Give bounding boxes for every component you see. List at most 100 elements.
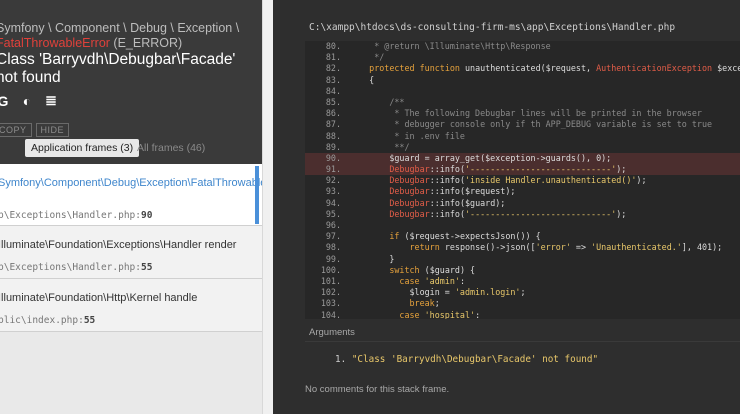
line-source: * in .env file bbox=[349, 130, 465, 141]
code-viewer: 80. * @return \Illuminate\Http\Response 8… bbox=[305, 41, 740, 319]
exception-namespace: Symfony \ Component \ Debug \ Exception … bbox=[0, 21, 239, 51]
exception-class: FatalThrowableError bbox=[0, 36, 110, 50]
duckduckgo-icon[interactable]: ◐ bbox=[20, 93, 34, 109]
line-source: } bbox=[349, 253, 395, 264]
line-number: 98. bbox=[325, 242, 341, 253]
code-line: 86. * The following Debugbar lines will … bbox=[305, 108, 740, 119]
line-number: 90. bbox=[325, 152, 341, 163]
line-source: protected function unauthenticated($requ… bbox=[369, 63, 740, 74]
frame-title: Symfony\Component\Debug\Exception\FatalT… bbox=[0, 177, 262, 189]
argument-item: 1. "Class 'Barryvdh\Debugbar\Facade' not… bbox=[335, 354, 599, 365]
line-number: 100. bbox=[320, 264, 341, 275]
line-number: 80. bbox=[325, 41, 341, 51]
line-number: 82. bbox=[325, 63, 341, 74]
exception-message: Class 'Barryvdh\Debugbar\Facade' not fou… bbox=[0, 51, 236, 86]
code-line: 83. { bbox=[305, 75, 740, 86]
frame-title: Illuminate\Foundation\Http\Kernel handle bbox=[0, 292, 198, 304]
line-source: /** bbox=[349, 96, 405, 107]
line-number: 99. bbox=[325, 253, 341, 264]
line-source: return response()->json(['error' => 'Una… bbox=[409, 242, 723, 253]
code-line: 97. if ($request->expectsJson()) { bbox=[305, 231, 740, 242]
line-source: Debugbar::info('inside Handler.unauthent… bbox=[389, 175, 647, 186]
line-number: 102. bbox=[320, 287, 341, 298]
arguments-divider bbox=[305, 341, 740, 342]
frame-file: p\Exceptions\Handler.php:90 bbox=[0, 210, 153, 221]
line-source: Debugbar::info('------------------------… bbox=[389, 164, 627, 175]
stackoverflow-icon[interactable]: ≣ bbox=[44, 92, 58, 109]
line-number: 87. bbox=[325, 119, 341, 130]
line-source: $guard = array_get($exception->guards(),… bbox=[349, 152, 612, 163]
line-source: case 'hospital': bbox=[399, 309, 481, 320]
details-panel: C:\xampp\htdocs\ds-consulting-firm-ms\ap… bbox=[273, 0, 740, 414]
line-number: 104. bbox=[320, 309, 341, 320]
header-buttons: COPY HIDE bbox=[0, 123, 70, 137]
line-number: 95. bbox=[325, 208, 341, 219]
line-number: 103. bbox=[320, 298, 341, 309]
code-line: 99. } bbox=[305, 254, 740, 265]
tab-all-frames[interactable]: All frames (46) bbox=[137, 139, 205, 157]
comments-text: No comments for this stack frame. bbox=[305, 384, 450, 395]
line-number: 88. bbox=[325, 130, 341, 141]
code-line: 90. $guard = array_get($exception->guard… bbox=[305, 152, 740, 165]
line-source: case 'admin': bbox=[399, 275, 465, 286]
code-line: 93. Debugbar::info($request); bbox=[305, 186, 740, 197]
code-line: 85. /** bbox=[305, 97, 740, 108]
code-line: 87. * debugger console only if th APP_DE… bbox=[305, 119, 740, 130]
frame-file: blic\index.php:55 bbox=[0, 315, 96, 326]
line-number: 97. bbox=[325, 231, 341, 242]
line-source: if ($request->expectsJson()) { bbox=[389, 231, 541, 242]
line-number: 81. bbox=[325, 52, 341, 63]
line-number: 84. bbox=[325, 85, 341, 96]
code-line: 84. bbox=[305, 86, 740, 97]
line-number: 89. bbox=[325, 141, 341, 152]
frame-tabs: Application frames (3) All frames (46) bbox=[0, 138, 262, 164]
code-line: 103. break; bbox=[305, 298, 740, 309]
frame-file: p\Exceptions\Handler.php:55 bbox=[0, 262, 153, 273]
line-source: */ bbox=[349, 52, 385, 63]
code-line: 98. return response()->json(['error' => … bbox=[305, 242, 740, 253]
file-path: C:\xampp\htdocs\ds-consulting-firm-ms\ap… bbox=[309, 22, 676, 33]
stack-panel: Symfony \ Component \ Debug \ Exception … bbox=[0, 0, 262, 414]
exception-header: Symfony \ Component \ Debug \ Exception … bbox=[0, 0, 262, 164]
code-line: 91. Debugbar::info('--------------------… bbox=[305, 164, 740, 176]
frame-title: Illuminate\Foundation\Exceptions\Handler… bbox=[0, 239, 237, 251]
copy-button[interactable]: COPY bbox=[0, 123, 32, 137]
code-line: 82. protected function unauthenticated($… bbox=[305, 63, 740, 74]
line-source: * The following Debugbar lines will be p… bbox=[349, 108, 702, 119]
frame-item[interactable]: Symfony\Component\Debug\Exception\FatalT… bbox=[0, 164, 262, 226]
code-line: 81. */ bbox=[305, 52, 740, 63]
code-line: 100. switch ($guard) { bbox=[305, 265, 740, 276]
frame-item[interactable]: Illuminate\Foundation\Exceptions\Handler… bbox=[0, 226, 262, 279]
line-source: Debugbar::info('------------------------… bbox=[389, 208, 627, 219]
frame-list: Symfony\Component\Debug\Exception\FatalT… bbox=[0, 164, 262, 332]
line-source: $login = 'admin.login'; bbox=[349, 287, 526, 298]
line-number: 94. bbox=[325, 197, 341, 208]
line-number: 91. bbox=[325, 164, 341, 175]
code-line: 96. bbox=[305, 220, 740, 231]
line-number: 92. bbox=[325, 175, 341, 186]
frame-item[interactable]: Illuminate\Foundation\Http\Kernel handle… bbox=[0, 279, 262, 332]
panel-divider[interactable] bbox=[262, 0, 273, 414]
line-number: 96. bbox=[325, 220, 341, 230]
line-number: 86. bbox=[325, 108, 341, 119]
search-icons: G ◐ ≣ bbox=[0, 92, 58, 109]
line-source: * debugger console only if th APP_DEBUG … bbox=[349, 119, 713, 130]
line-source: Debugbar::info($request); bbox=[389, 186, 516, 197]
code-line: 92. Debugbar::info('inside Handler.unaut… bbox=[305, 175, 740, 186]
exception-code: (E_ERROR) bbox=[109, 36, 183, 50]
hide-button[interactable]: HIDE bbox=[35, 123, 70, 137]
line-source: switch ($guard) { bbox=[389, 264, 476, 275]
line-source: Debugbar::info($guard); bbox=[389, 197, 506, 208]
code-line: 88. * in .env file bbox=[305, 131, 740, 142]
code-line: 80. * @return \Illuminate\Http\Response bbox=[305, 41, 740, 52]
exception-path: Symfony \ Component \ Debug \ Exception … bbox=[0, 21, 240, 35]
line-number: 85. bbox=[325, 96, 341, 107]
tab-application-frames[interactable]: Application frames (3) bbox=[25, 139, 140, 157]
line-source: * @return \Illuminate\Http\Response bbox=[349, 41, 551, 51]
google-icon[interactable]: G bbox=[0, 93, 10, 109]
code-line: 95. Debugbar::info('--------------------… bbox=[305, 209, 740, 220]
line-number: 83. bbox=[325, 74, 341, 85]
code-line: 101. case 'admin': bbox=[305, 276, 740, 287]
code-line: 94. Debugbar::info($guard); bbox=[305, 198, 740, 209]
line-source: { bbox=[349, 74, 375, 85]
